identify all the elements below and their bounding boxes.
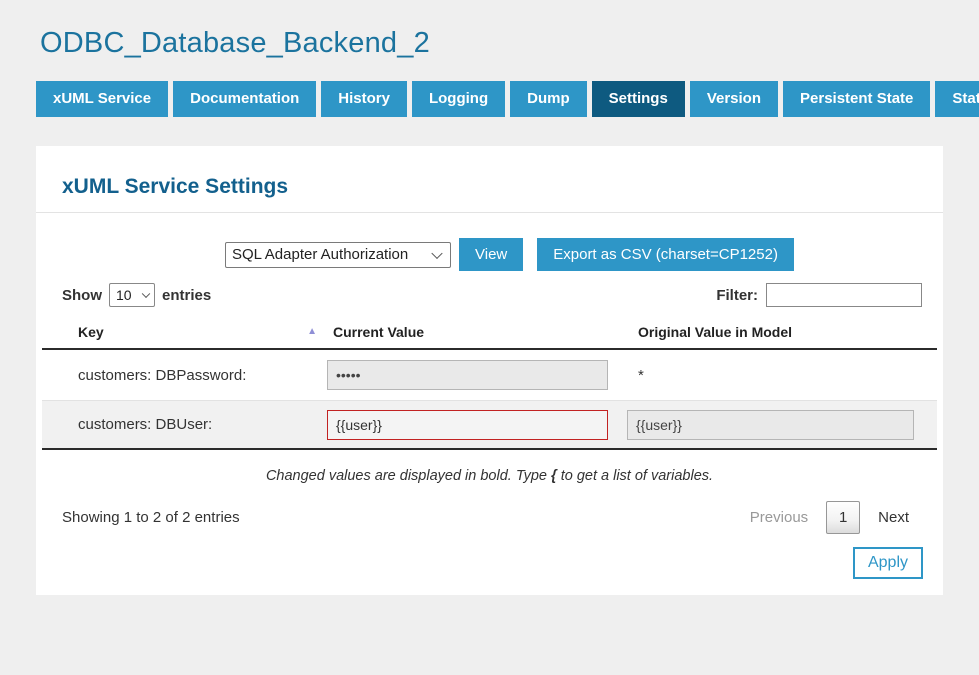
- setting-key-label: customers: DBUser:: [42, 416, 327, 433]
- dbuser-current-value-input[interactable]: [327, 410, 608, 440]
- settings-category-select-wrap: SQL Adapter Authorization: [225, 242, 451, 268]
- filter-control: Filter:: [716, 283, 922, 307]
- panel-heading-section: xUML Service Settings: [36, 146, 943, 213]
- table-note: Changed values are displayed in bold. Ty…: [36, 468, 943, 484]
- filter-label: Filter:: [716, 287, 758, 304]
- original-value-masked: *: [627, 367, 644, 384]
- password-current-value-input: [327, 360, 608, 390]
- page-size-select[interactable]: 10: [109, 283, 155, 307]
- tab-history[interactable]: History: [321, 81, 407, 117]
- pagination: Previous 1 Next: [740, 501, 919, 534]
- tab-persistent-state[interactable]: Persistent State: [783, 81, 930, 117]
- current-value-cell: [327, 360, 627, 390]
- export-csv-button[interactable]: Export as CSV (charset=CP1252): [537, 238, 794, 271]
- sort-ascending-icon: ▲: [307, 326, 317, 337]
- dbuser-original-value-input: [627, 410, 914, 440]
- settings-table: Key ▲ Current Value Original Value in Mo…: [42, 315, 937, 450]
- table-footer: Showing 1 to 2 of 2 entries Previous 1 N…: [36, 501, 943, 534]
- apply-button[interactable]: Apply: [853, 547, 923, 579]
- original-value-cell: *: [627, 367, 937, 384]
- entries-info-text: Showing 1 to 2 of 2 entries: [62, 509, 240, 526]
- tab-settings[interactable]: Settings: [592, 81, 685, 117]
- page: ODBC_Database_Backend_2 xUML Service Doc…: [0, 27, 979, 595]
- tab-documentation[interactable]: Documentation: [173, 81, 316, 117]
- tab-logging[interactable]: Logging: [412, 81, 505, 117]
- tab-status[interactable]: Status: [935, 81, 979, 117]
- show-label: Show: [62, 287, 102, 304]
- page-size-select-wrap: 10: [109, 283, 155, 307]
- table-header-row: Key ▲ Current Value Original Value in Mo…: [42, 315, 937, 350]
- apply-row: Apply: [36, 534, 943, 579]
- panel-heading: xUML Service Settings: [62, 175, 917, 199]
- original-value-cell: [627, 410, 937, 440]
- setting-key-label: customers: DBPassword:: [42, 367, 327, 384]
- pagination-page-1-button[interactable]: 1: [826, 501, 860, 534]
- pagination-previous-button[interactable]: Previous: [740, 509, 818, 526]
- settings-category-select[interactable]: SQL Adapter Authorization: [225, 242, 451, 268]
- header-key[interactable]: Key ▲: [42, 324, 327, 340]
- tab-version[interactable]: Version: [690, 81, 778, 117]
- table-toolbar: Show 10 entries Filter:: [36, 283, 943, 307]
- header-original-value[interactable]: Original Value in Model: [627, 324, 937, 340]
- entries-label: entries: [162, 287, 211, 304]
- current-value-cell: [327, 410, 627, 440]
- settings-panel: xUML Service Settings SQL Adapter Author…: [36, 146, 943, 595]
- tab-bar: xUML Service Documentation History Loggi…: [36, 81, 943, 117]
- header-current-value[interactable]: Current Value: [327, 324, 627, 340]
- tab-dump[interactable]: Dump: [510, 81, 587, 117]
- pagination-next-button[interactable]: Next: [868, 509, 919, 526]
- table-row: customers: DBUser:: [42, 400, 937, 450]
- filter-input[interactable]: [766, 283, 922, 307]
- view-button[interactable]: View: [459, 238, 523, 271]
- show-entries-control: Show 10 entries: [62, 283, 218, 307]
- tab-xuml-service[interactable]: xUML Service: [36, 81, 168, 117]
- settings-controls-row: SQL Adapter Authorization View Export as…: [225, 238, 943, 271]
- table-row: customers: DBPassword: *: [42, 350, 937, 400]
- page-title: ODBC_Database_Backend_2: [40, 27, 943, 60]
